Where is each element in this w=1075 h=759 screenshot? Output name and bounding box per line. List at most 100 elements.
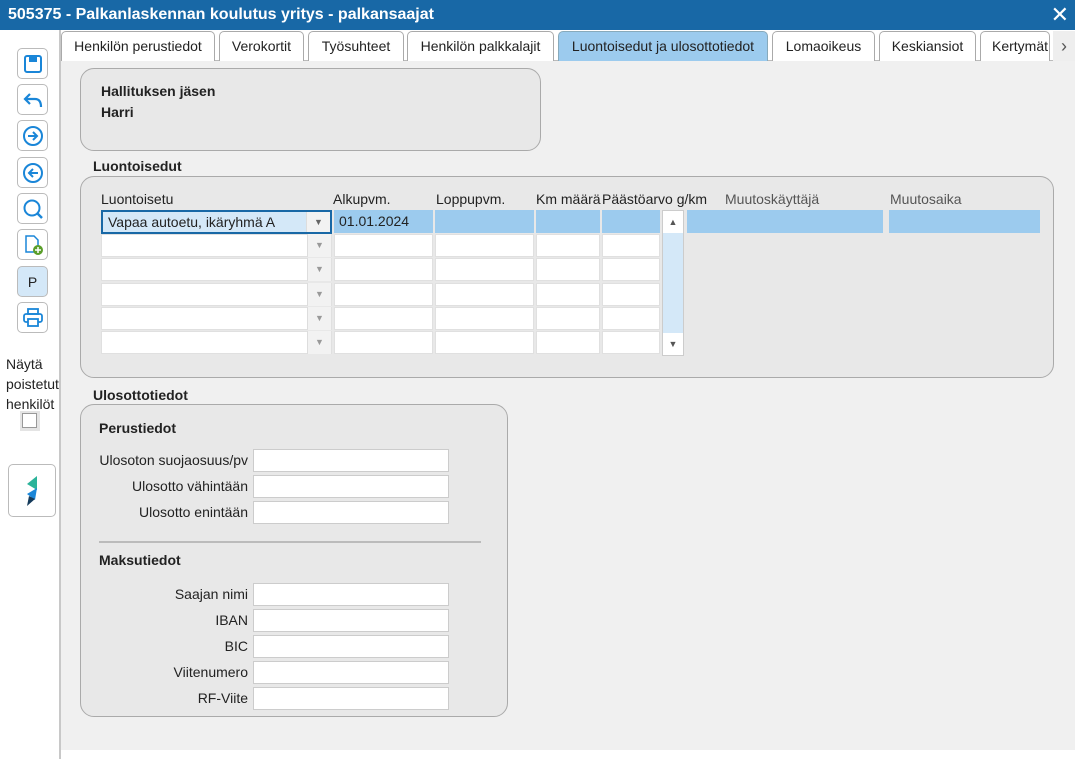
tab-kertymat[interactable]: Kertymät (980, 31, 1050, 61)
field-label: RF-Viite (197, 690, 248, 706)
person-name: Harri (101, 104, 134, 120)
field-label: Saajan nimi (174, 586, 248, 602)
benefit-value: Vapaa autoetu, ikäryhmä A (108, 214, 276, 230)
window-title: 505375 - Palkanlaskennan koulutus yritys… (0, 0, 1075, 30)
search-icon (23, 199, 43, 219)
grid-cell[interactable] (602, 234, 660, 257)
chevron-down-icon[interactable]: ▼ (307, 258, 331, 281)
field-input[interactable] (253, 635, 449, 658)
person-role: Hallituksen jäsen (101, 83, 216, 99)
field-input[interactable] (253, 475, 449, 498)
grid-cell[interactable] (536, 210, 600, 233)
payment-info-title: Maksutiedot (99, 552, 181, 568)
print-button[interactable] (17, 302, 48, 333)
printer-icon (22, 307, 43, 327)
chevron-down-icon[interactable]: ▼ (306, 212, 330, 232)
benefit-select-empty[interactable]: ▼ (101, 331, 332, 354)
add-document-icon (24, 234, 43, 255)
field-label: Ulosotto vähintään (132, 478, 248, 494)
grid-cell[interactable] (334, 331, 433, 354)
grid-cell[interactable] (536, 283, 600, 306)
grid-cell[interactable] (536, 234, 600, 257)
arrow-right-circle-icon (22, 125, 43, 146)
undo-icon (22, 92, 42, 107)
col-luontoisetu: Luontoisetu (101, 191, 174, 207)
field-input[interactable] (253, 609, 449, 632)
benefit-select-empty[interactable]: ▼ (101, 258, 332, 281)
field-label: Ulosoton suojaosuus/pv (99, 452, 248, 468)
benefit-select-empty[interactable]: ▼ (101, 283, 332, 306)
divider (99, 541, 481, 543)
app-logo[interactable] (8, 464, 56, 517)
grid-cell[interactable] (435, 283, 534, 306)
show-deleted-label: Näytä poistetut henkilöt (6, 356, 59, 412)
field-input[interactable] (253, 501, 449, 524)
scroll-down-icon[interactable]: ▼ (663, 333, 683, 355)
grid-cell[interactable] (602, 210, 660, 233)
col-alkupvm: Alkupvm. (333, 191, 391, 207)
undo-button[interactable] (17, 84, 48, 115)
grid-cell[interactable] (435, 258, 534, 281)
grid-cell[interactable] (435, 234, 534, 257)
tab-lomaoikeus[interactable]: Lomaoikeus (772, 31, 875, 61)
grid-cell[interactable] (536, 307, 600, 330)
previous-button[interactable] (17, 157, 48, 188)
save-button[interactable] (17, 48, 48, 79)
tab-scroll-right-icon[interactable]: › (1053, 31, 1075, 61)
col-muutosaika: Muutosaika (890, 191, 962, 207)
chevron-down-icon[interactable]: ▼ (307, 307, 331, 330)
chevron-down-icon[interactable]: ▼ (307, 283, 331, 306)
save-icon (23, 54, 42, 73)
chevron-down-icon[interactable]: ▼ (307, 331, 331, 354)
grid-cell[interactable] (334, 234, 433, 257)
field-input[interactable] (253, 661, 449, 684)
benefit-select[interactable]: Vapaa autoetu, ikäryhmä A ▼ (101, 210, 332, 234)
chevron-down-icon[interactable]: ▼ (307, 234, 331, 257)
tab-tyosuhteet[interactable]: Työsuhteet (308, 31, 404, 61)
show-deleted-checkbox[interactable] (20, 411, 40, 431)
tab-keskiansiot[interactable]: Keskiansiot (879, 31, 976, 61)
search-button[interactable] (17, 193, 48, 224)
tab-palkkalajit[interactable]: Henkilön palkkalajit (407, 31, 554, 61)
grid-cell[interactable] (435, 307, 534, 330)
tab-henkilon-perustiedot[interactable]: Henkilön perustiedot (61, 31, 215, 61)
grid-cell[interactable] (602, 307, 660, 330)
grid-cell[interactable] (602, 283, 660, 306)
grid-cell[interactable] (536, 331, 600, 354)
grid-cell[interactable] (334, 258, 433, 281)
tab-verokortit[interactable]: Verokortit (219, 31, 304, 61)
scroll-up-icon[interactable]: ▲ (663, 211, 683, 233)
grid-cell[interactable] (602, 331, 660, 354)
field-label: IBAN (215, 612, 248, 628)
basic-info-title: Perustiedot (99, 420, 177, 436)
grid-cell[interactable] (435, 210, 534, 233)
garnish-section-title: Ulosottotiedot (93, 387, 188, 403)
p-button[interactable]: P (17, 266, 48, 297)
grid-cell[interactable] (602, 258, 660, 281)
col-km-maara: Km määrä (536, 191, 601, 207)
tab-luontoisedut[interactable]: Luontoisedut ja ulosottotiedot (558, 31, 768, 61)
grid-scrollbar[interactable]: ▲ ▼ (662, 210, 684, 356)
benefit-select-empty[interactable]: ▼ (101, 307, 332, 330)
col-muutoskayttaja: Muutoskäyttäjä (725, 191, 820, 207)
start-date-value[interactable]: 01.01.2024 (339, 213, 409, 229)
benefit-select-empty[interactable]: ▼ (101, 234, 332, 257)
col-loppupvm: Loppupvm. (436, 191, 506, 207)
grid-cell[interactable] (536, 258, 600, 281)
field-input[interactable] (253, 583, 449, 606)
benefits-section-title: Luontoisedut (93, 158, 182, 174)
close-icon[interactable]: ✕ (1051, 0, 1069, 30)
col-paastoarvo: Päästöarvo g/km (602, 191, 708, 207)
person-panel (80, 68, 541, 151)
left-toolbar: P Näytä poistetut henkilöt (0, 30, 61, 759)
field-input[interactable] (253, 449, 449, 472)
field-input[interactable] (253, 687, 449, 710)
field-label: Ulosotto enintään (139, 504, 248, 520)
new-document-button[interactable] (17, 229, 48, 260)
grid-cell[interactable] (334, 307, 433, 330)
next-button[interactable] (17, 120, 48, 151)
modified-at-cell (889, 210, 1040, 233)
modified-by-cell (687, 210, 883, 233)
grid-cell[interactable] (334, 283, 433, 306)
grid-cell[interactable] (435, 331, 534, 354)
